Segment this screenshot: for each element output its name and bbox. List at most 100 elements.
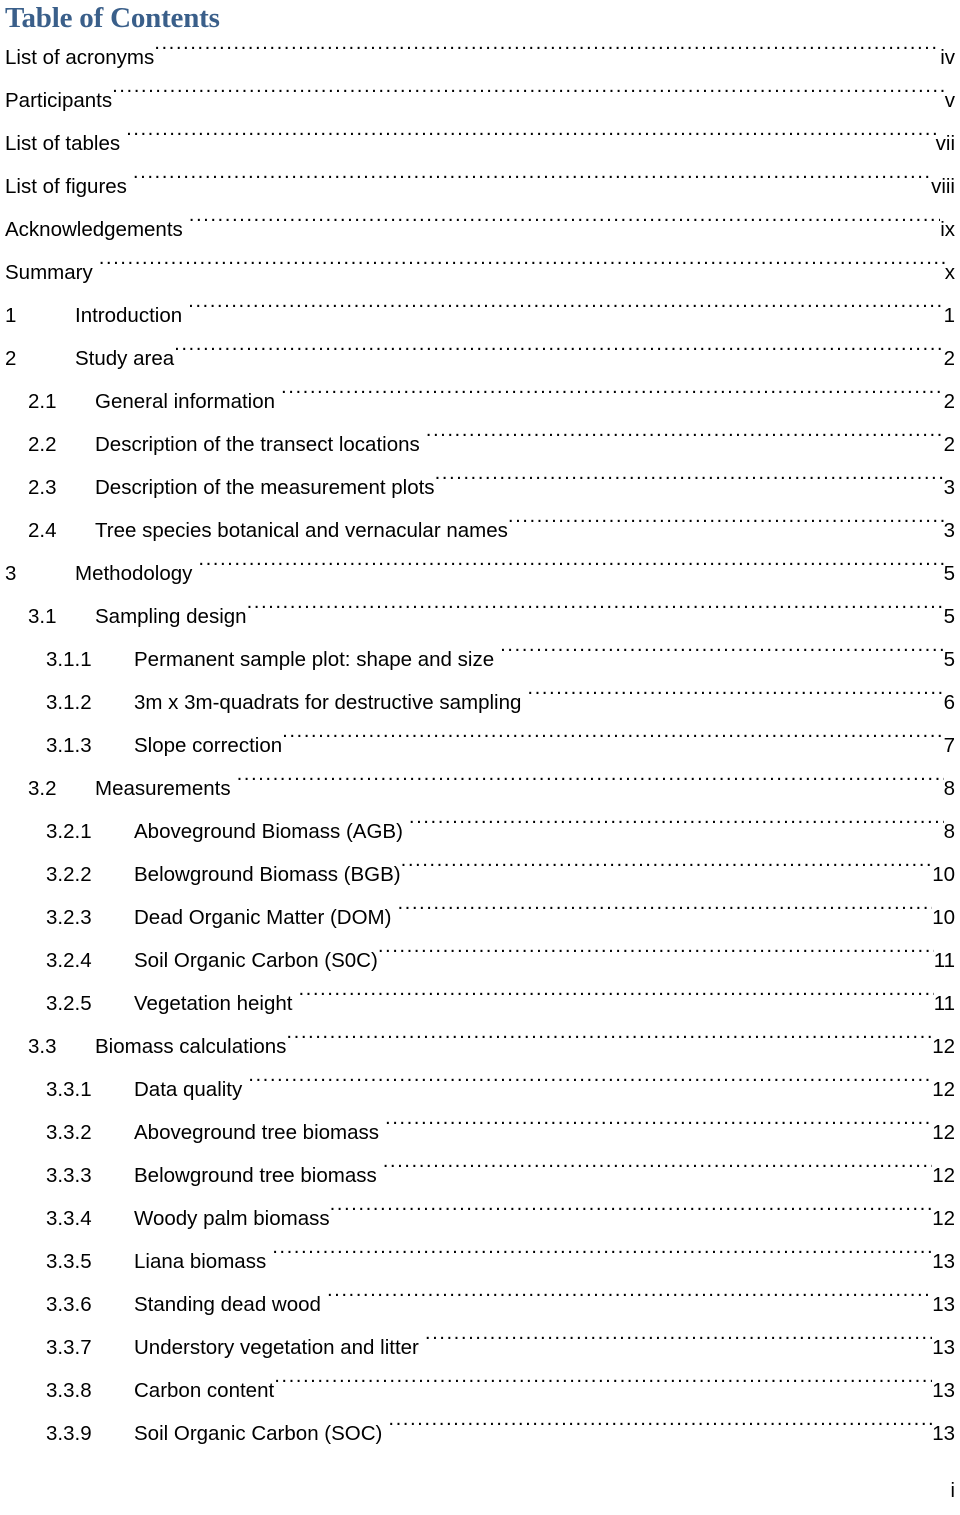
toc-entry-page-number: 2: [943, 433, 955, 456]
toc-entry-number: 3.1: [28, 605, 57, 628]
toc-dot-leader: [126, 130, 936, 151]
toc-entry-label: Aboveground tree biomass: [134, 1121, 380, 1144]
toc-entry[interactable]: 3 Methodology 5: [0, 552, 960, 595]
toc-entry[interactable]: Participants v: [0, 79, 960, 122]
toc-entry-number: 3.3.4: [46, 1207, 92, 1230]
toc-entry[interactable]: Acknowledgements ix: [0, 208, 960, 251]
toc-entry[interactable]: 3.3.7 Understory vegetation and litter 13: [0, 1326, 960, 1369]
toc-entry[interactable]: 2 Study area 2: [0, 337, 960, 380]
toc-entry[interactable]: 2.4 Tree species botanical and vernacular…: [0, 509, 960, 552]
toc-entry-number: 2.1: [28, 390, 57, 413]
toc-dot-leader: [272, 1248, 932, 1269]
toc-entry[interactable]: 3.1 Sampling design 5: [0, 595, 960, 638]
toc-dot-leader: [435, 474, 944, 495]
toc-dot-leader: [286, 1033, 932, 1054]
toc-entry[interactable]: 3.1.1 Permanent sample plot: shape and si…: [0, 638, 960, 681]
toc-entry[interactable]: List of figures viii: [0, 165, 960, 208]
toc-entry-label: Soil Organic Carbon (SOC): [134, 1422, 383, 1445]
toc-entry-page-number: 2: [943, 347, 955, 370]
toc-entry-number: 2: [5, 347, 17, 370]
toc-entry-number: 2.4: [28, 519, 57, 542]
toc-entry-page-number: 13: [932, 1422, 955, 1445]
toc-dot-leader: [426, 431, 944, 452]
toc-entry-page-number: 8: [943, 820, 955, 843]
toc-entry-page-number: 3: [943, 476, 955, 499]
toc-entry-page-number: 8: [943, 777, 955, 800]
toc-entry-page-number: 11: [933, 949, 955, 972]
toc-entry-page-number: vii: [935, 132, 955, 155]
toc-entry[interactable]: 3.2.5 Vegetation height 11: [0, 982, 960, 1025]
toc-dot-leader: [174, 345, 943, 366]
toc-entry[interactable]: List of tables vii: [0, 122, 960, 165]
toc-dot-leader: [527, 689, 943, 710]
toc-entry-number: 3.3.1: [46, 1078, 92, 1101]
toc-entry-page-number: 12: [932, 1207, 955, 1230]
toc-entry[interactable]: 3.3.4 Woody palm biomass 12: [0, 1197, 960, 1240]
toc-dot-leader: [508, 517, 944, 538]
toc-entry-page-number: 2: [943, 390, 955, 413]
toc-entry[interactable]: 3.2.3 Dead Organic Matter (DOM) 10: [0, 896, 960, 939]
toc-dot-leader: [112, 87, 945, 108]
toc-entry-page-number: 13: [932, 1293, 955, 1316]
toc-dot-leader: [282, 732, 943, 753]
toc-dot-leader: [237, 775, 944, 796]
toc-entry[interactable]: 2.1 General information 2: [0, 380, 960, 423]
toc-entry-page-number: 12: [932, 1121, 955, 1144]
page-folio: i: [950, 1480, 955, 1502]
toc-entry-page-number: 13: [932, 1379, 955, 1402]
toc-entry-number: 3.1.3: [46, 734, 92, 757]
toc-entry-label: Description of the measurement plots: [95, 476, 435, 499]
toc-entry[interactable]: 3.3.1 Data quality 12: [0, 1068, 960, 1111]
page-title: Table of Contents: [5, 2, 220, 34]
toc-entry[interactable]: 3.3.8 Carbon content 13: [0, 1369, 960, 1412]
toc-entry-label: Study area: [75, 347, 175, 370]
toc-entry-label: Tree species botanical and vernacular na…: [95, 519, 508, 542]
toc-entry[interactable]: 3.1.2 3m x 3m-quadrats for destructive sa…: [0, 681, 960, 724]
toc-entry[interactable]: 3.3.5 Liana biomass 13: [0, 1240, 960, 1283]
toc-entry-label: Description of the transect locations: [95, 433, 420, 456]
toc-entry-label: Belowground tree biomass: [134, 1164, 377, 1187]
toc-dot-leader: [500, 646, 943, 667]
toc-entry[interactable]: 2.3 Description of the measurement plots 3: [0, 466, 960, 509]
toc-entry[interactable]: 3.3.9 Soil Organic Carbon (SOC) 13: [0, 1412, 960, 1455]
toc-entry[interactable]: 3.2 Measurements 8: [0, 767, 960, 810]
toc-entry-number: 3.2: [28, 777, 57, 800]
toc-entry[interactable]: 3.3 Biomass calculations 12: [0, 1025, 960, 1068]
toc-entry-number: 3.3.7: [46, 1336, 92, 1359]
toc-entry-label: Introduction: [75, 304, 183, 327]
toc-page: Table of Contents List of acronymsivPart…: [0, 0, 960, 1515]
toc-entry-number: 2.2: [28, 433, 57, 456]
toc-entry[interactable]: 3.2.1 Aboveground Biomass (AGB) 8: [0, 810, 960, 853]
toc-entry-label: Measurements: [95, 777, 231, 800]
toc-entry[interactable]: List of acronyms iv: [0, 36, 960, 79]
toc-entry[interactable]: 3.3.2 Aboveground tree biomass 12: [0, 1111, 960, 1154]
toc-entry-number: 1: [5, 304, 17, 327]
toc-entry-label: Biomass calculations: [95, 1035, 287, 1058]
toc-entry-label: Acknowledgements: [5, 218, 183, 241]
toc-entry-label: General information: [95, 390, 276, 413]
toc-entry[interactable]: 1 Introduction 1: [0, 294, 960, 337]
toc-entry[interactable]: 3.2.4 Soil Organic Carbon (S0C) 11: [0, 939, 960, 982]
toc-entry-page-number: 12: [932, 1078, 955, 1101]
toc-dot-leader: [298, 990, 933, 1011]
toc-entry-page-number: x: [944, 261, 955, 284]
toc-entry[interactable]: Summary x: [0, 251, 960, 294]
toc-entry[interactable]: 3.1.3 Slope correction 7: [0, 724, 960, 767]
toc-entry[interactable]: 2.2 Description of the transect locations…: [0, 423, 960, 466]
toc-dot-leader: [189, 216, 940, 237]
toc-entry-list: List of acronyms iv Participants v List of t…: [0, 36, 960, 1455]
toc-entry-page-number: 10: [932, 906, 955, 929]
toc-entry-number: 3.2.1: [46, 820, 92, 843]
toc-entry[interactable]: 3.2.2 Belowground Biomass (BGB) 10: [0, 853, 960, 896]
toc-dot-leader: [154, 44, 940, 65]
toc-entry-number: 2.3: [28, 476, 57, 499]
toc-entry-number: 3.2.5: [46, 992, 92, 1015]
toc-dot-leader: [397, 904, 932, 925]
toc-entry[interactable]: 3.3.3 Belowground tree biomass 12: [0, 1154, 960, 1197]
toc-entry-label: Woody palm biomass: [134, 1207, 330, 1230]
toc-entry-page-number: 5: [943, 605, 955, 628]
toc-entry-label: Vegetation height: [134, 992, 293, 1015]
toc-entry-number: 3.3.9: [46, 1422, 92, 1445]
toc-entry[interactable]: 3.3.6 Standing dead wood 13: [0, 1283, 960, 1326]
toc-entry-label: Understory vegetation and litter: [134, 1336, 419, 1359]
